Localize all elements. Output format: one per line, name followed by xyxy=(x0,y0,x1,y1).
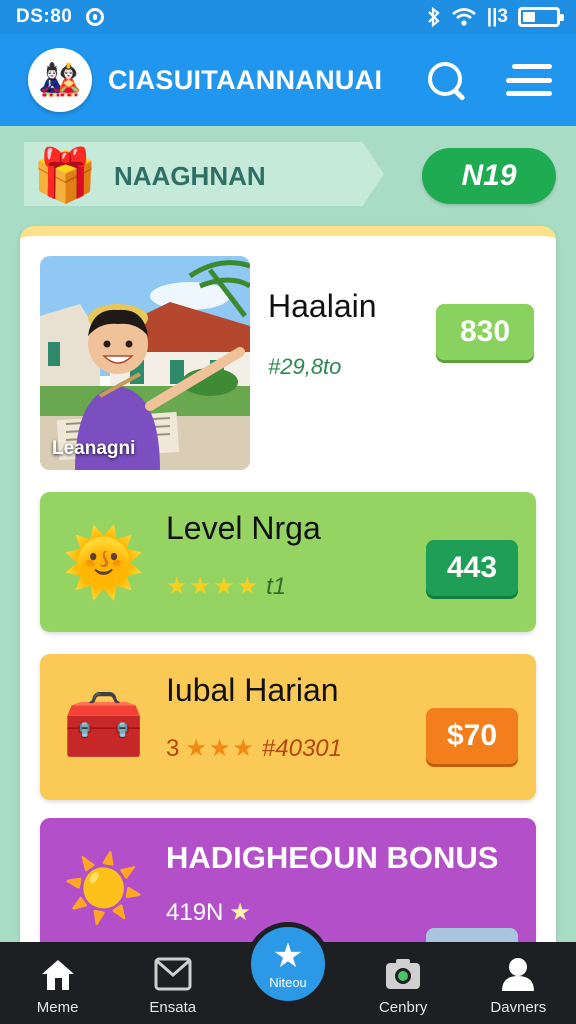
star-icon: ★ xyxy=(272,936,304,975)
daily-card-button[interactable]: $70 xyxy=(426,708,518,764)
daily-card-title: Iubal Harian xyxy=(166,672,339,708)
card-panel: Leanagni Haalain #29,8to 830 🌞 Level Nrg… xyxy=(20,226,556,966)
reward-banner: 🎁 NAAGHNAN N19 xyxy=(24,138,560,214)
hero-caption: Leanagni xyxy=(52,438,136,459)
nav-profile[interactable]: Davners xyxy=(461,942,576,1024)
hero-title: Haalain xyxy=(268,288,377,324)
level-card-rating: ★★★★ t1 xyxy=(166,572,286,601)
daily-card-rating: 3 ★★★ #40301 xyxy=(166,734,342,763)
signal-strength-text: ||3 xyxy=(486,6,508,27)
daily-card-meta: #40301 xyxy=(261,734,342,762)
level-card[interactable]: 🌞 Level Nrga ★★★★ t1 443 xyxy=(40,492,536,632)
level-card-title: Level Nrga xyxy=(166,510,321,546)
banner-label: NAAGHNAN xyxy=(114,160,266,191)
level-card-button[interactable]: 443 xyxy=(426,540,518,596)
hero-value-button[interactable]: 830 xyxy=(436,304,534,360)
nav-profile-label: Davners xyxy=(490,999,547,1016)
search-icon[interactable] xyxy=(426,60,466,100)
app-logo[interactable]: 🎎 xyxy=(28,48,92,112)
notification-icon xyxy=(86,8,105,26)
star-rating-icon: ★★★★ xyxy=(166,573,261,600)
nav-featured-label: Niteou xyxy=(269,974,307,990)
bluetooth-icon xyxy=(428,7,440,27)
hero-image[interactable]: Leanagni xyxy=(40,256,250,470)
status-time: DS:80 xyxy=(16,6,73,27)
nav-messages-label: Ensata xyxy=(149,999,197,1016)
banner-pill-button[interactable]: N19 xyxy=(422,148,556,204)
star-rating-icon: ★ xyxy=(229,899,253,926)
star-rating-icon: ★★★ xyxy=(185,735,256,762)
status-bar: DS:80 ||3 xyxy=(0,0,576,34)
status-icons: ||3 xyxy=(427,6,564,28)
wifi-icon xyxy=(451,8,476,26)
hero-subtitle: #29,8to xyxy=(268,354,342,379)
nav-camera-label: Cenbry xyxy=(378,999,428,1016)
person-icon xyxy=(498,955,538,993)
nav-featured[interactable]: ★ Niteou xyxy=(246,922,330,1006)
home-icon xyxy=(38,955,78,993)
bonus-card-title: HADIGHEOUN BONUS xyxy=(166,840,499,875)
app-title: CIASUITAANNANUAI xyxy=(108,64,383,95)
app-actions xyxy=(426,60,552,100)
bonus-card-rating: 419N ★ xyxy=(166,898,253,927)
app-bar: 🎎 CIASUITAANNANUAI xyxy=(0,34,576,126)
camera-icon xyxy=(383,955,423,993)
sun-leaf-icon: 🌞 xyxy=(62,525,146,599)
daily-card[interactable]: 🧰 Iubal Harian 3 ★★★ #40301 $70 xyxy=(40,654,536,800)
nav-home-label: Meme xyxy=(36,999,79,1016)
bonus-card-lead: 419N xyxy=(166,898,224,926)
mail-icon xyxy=(153,955,193,993)
sun-icon: ☀️ xyxy=(62,851,146,925)
gift-icon: 🎁 xyxy=(32,147,98,205)
treasure-chest-icon: 🧰 xyxy=(62,687,146,761)
daily-card-lead: 3 xyxy=(166,734,180,762)
level-card-meta: t1 xyxy=(266,572,287,600)
nav-home[interactable]: Meme xyxy=(0,942,115,1024)
nav-camera[interactable]: Cenbry xyxy=(346,942,461,1024)
menu-icon[interactable] xyxy=(506,60,552,100)
battery-icon xyxy=(518,7,564,27)
nav-messages[interactable]: Ensata xyxy=(115,942,230,1024)
